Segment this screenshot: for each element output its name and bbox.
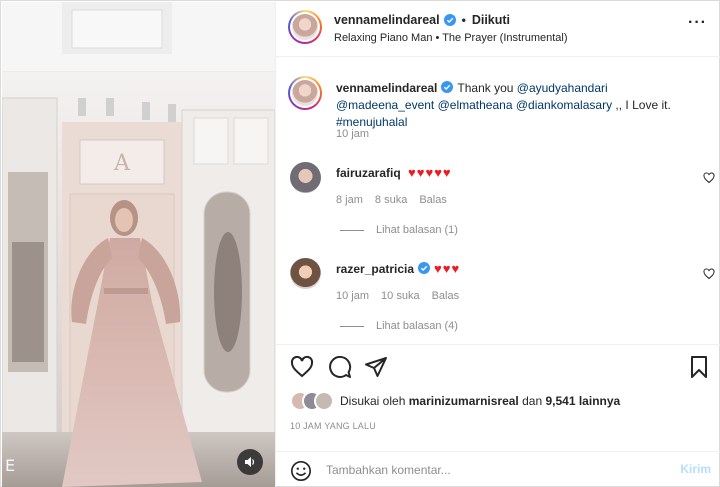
- post-dialog: A E vennamelindareal • Diikuti Relaxing …: [0, 0, 720, 487]
- mute-button[interactable]: [237, 449, 263, 475]
- view-replies-button[interactable]: Lihat balasan (4): [340, 320, 458, 332]
- comment-text: ♥♥♥♥♥: [408, 165, 452, 180]
- mention-link[interactable]: @diankomalasary: [516, 98, 612, 112]
- verified-icon: [418, 262, 431, 274]
- caption-username[interactable]: vennamelindareal: [336, 81, 437, 95]
- separator-dot: •: [461, 13, 466, 27]
- author-avatar[interactable]: [288, 10, 322, 44]
- speaker-icon: [245, 457, 255, 467]
- comment-icon[interactable]: [328, 355, 352, 379]
- post-comment-button[interactable]: Kirim: [680, 462, 711, 476]
- add-comment-bar: Kirim: [276, 451, 720, 487]
- post-photo: A: [2, 2, 275, 487]
- comment-like-heart-icon[interactable]: [703, 268, 715, 280]
- comment-time[interactable]: 8 jam: [336, 194, 363, 206]
- reply-button[interactable]: Balas: [432, 290, 460, 302]
- likes-summary: Disukai oleh marinizumarnisreal dan 9,54…: [290, 391, 620, 411]
- liker-username[interactable]: marinizumarnisreal: [409, 394, 519, 408]
- mention-link[interactable]: @elmatheana: [438, 98, 513, 112]
- divider-line: [340, 229, 364, 231]
- commenter-avatar[interactable]: [290, 162, 321, 193]
- commenter-username[interactable]: fairuzarafiq: [336, 166, 401, 180]
- commenter-username[interactable]: razer_patricia: [336, 262, 414, 276]
- follow-status-button[interactable]: Diikuti: [472, 13, 510, 27]
- post-header: vennamelindareal • Diikuti Relaxing Pian…: [276, 2, 720, 57]
- likes-prefix: Disukai oleh: [340, 394, 406, 408]
- comment-like-heart-icon[interactable]: [703, 172, 715, 184]
- likes-conjunction: dan: [522, 394, 543, 408]
- comment-input[interactable]: [326, 460, 646, 480]
- caption-text: Thank you: [457, 81, 514, 95]
- more-horizontal-icon[interactable]: ···: [688, 14, 707, 32]
- emoji-icon[interactable]: [290, 460, 312, 482]
- author-username[interactable]: vennamelindareal: [334, 13, 440, 27]
- comment-likes[interactable]: 10 suka: [381, 290, 420, 302]
- view-replies-button[interactable]: Lihat balasan (1): [340, 224, 458, 236]
- comment-text: ♥♥♥: [434, 261, 461, 276]
- svg-text:A: A: [113, 151, 131, 176]
- comment-likes[interactable]: 8 suka: [375, 194, 407, 206]
- mention-link[interactable]: @madeena_event: [336, 98, 434, 112]
- view-replies-label: Lihat balasan (4): [376, 320, 458, 332]
- hashtag-link[interactable]: #menujuhalal: [336, 115, 407, 129]
- caption-time[interactable]: 10 jam: [336, 128, 369, 140]
- caption-avatar[interactable]: [288, 76, 322, 110]
- caption-text-suffix: ,, I Love it.: [615, 98, 671, 112]
- post-timestamp[interactable]: 10 JAM YANG LALU: [290, 421, 376, 431]
- bookmark-icon[interactable]: [687, 355, 711, 379]
- comment-time[interactable]: 10 jam: [336, 290, 369, 302]
- post-actions: Disukai oleh marinizumarnisreal dan 9,54…: [276, 344, 720, 464]
- liker-avatars: [290, 391, 340, 411]
- divider-line: [340, 325, 364, 327]
- reply-button[interactable]: Balas: [419, 194, 447, 206]
- post-side-panel: vennamelindareal • Diikuti Relaxing Pian…: [275, 2, 720, 487]
- likes-count[interactable]: 9,541 lainnya: [545, 394, 620, 408]
- post-media[interactable]: A E: [2, 2, 275, 487]
- verified-icon: [441, 81, 454, 93]
- commenter-avatar[interactable]: [290, 258, 321, 289]
- media-edge-letter: E: [5, 456, 16, 475]
- view-replies-label: Lihat balasan (1): [376, 224, 458, 236]
- mention-link[interactable]: @ayudyahandari: [517, 81, 608, 95]
- share-icon[interactable]: [364, 355, 388, 379]
- audio-track-link[interactable]: Relaxing Piano Man • The Prayer (Instrum…: [334, 32, 568, 44]
- comments-list: vennamelindareal Thank you @ayudyahandari…: [276, 58, 720, 344]
- verified-icon: [443, 14, 456, 26]
- heart-icon[interactable]: [290, 355, 314, 379]
